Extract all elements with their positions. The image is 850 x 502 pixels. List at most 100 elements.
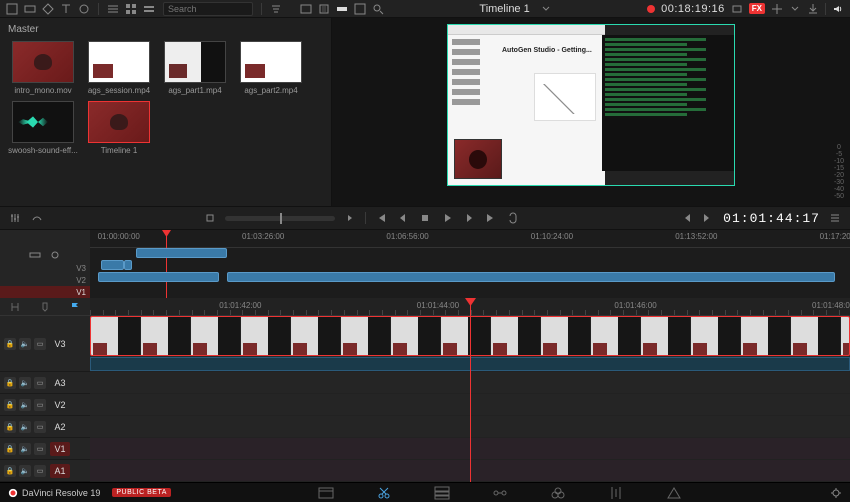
toggle-icon[interactable]: ▭ (34, 399, 46, 411)
jog-wheel[interactable] (225, 216, 335, 221)
clip-thumbnail[interactable] (88, 101, 150, 143)
chevron-down-icon[interactable] (540, 3, 552, 15)
effects-icon[interactable] (78, 3, 90, 15)
sync-lock-icon[interactable] (49, 249, 61, 261)
track-head[interactable]: 🔒🔈▭V3 (0, 316, 90, 372)
mini-clip[interactable] (98, 272, 220, 282)
media-clip[interactable]: swoosh-sound-eff... (8, 101, 78, 155)
go-first-icon[interactable] (374, 211, 388, 225)
mute-icon[interactable]: 🔈 (19, 465, 31, 477)
sort-icon[interactable] (270, 3, 282, 15)
cut-page-icon[interactable] (375, 486, 393, 500)
media-page-icon[interactable] (317, 486, 335, 500)
clip-thumbnail[interactable] (12, 41, 74, 83)
play-icon[interactable] (440, 211, 454, 225)
toggle-icon[interactable]: ▭ (34, 465, 46, 477)
media-clip[interactable]: ags_session.mp4 (84, 41, 154, 95)
media-pool-icon[interactable] (6, 3, 18, 15)
track-tag[interactable]: A2 (50, 422, 70, 432)
quick-export-icon[interactable] (807, 3, 819, 15)
mixer-icon[interactable] (8, 211, 22, 225)
media-clip[interactable]: ags_part2.mp4 (236, 41, 306, 95)
detail-timeline[interactable]: 🔒🔈▭V3🔒🔈▭A3🔒🔈▭V2🔒🔈▭A2🔒🔈▭V1🔒🔈▭A1 01:01:42:… (0, 298, 850, 482)
mini-clip[interactable] (101, 260, 124, 270)
framerate-icon[interactable] (318, 3, 330, 15)
mini-track-label[interactable]: V3 (0, 262, 90, 274)
titles-icon[interactable] (60, 3, 72, 15)
edit-page-icon[interactable] (433, 486, 451, 500)
main-timecode[interactable]: 01:01:44:17 (723, 211, 820, 226)
tools-icon[interactable] (771, 3, 783, 15)
prev-icon[interactable] (396, 211, 410, 225)
mini-track-label[interactable]: V2 (0, 274, 90, 286)
lock-icon[interactable]: 🔒 (4, 377, 16, 389)
thumb-view-icon[interactable] (125, 3, 137, 15)
mute-icon[interactable]: 🔈 (19, 399, 31, 411)
assemble-icon[interactable] (203, 211, 217, 225)
track-tag[interactable]: A1 (50, 464, 70, 478)
master-bin-label[interactable]: Master (8, 22, 323, 41)
track-head[interactable]: 🔒🔈▭ A3 (0, 372, 90, 394)
full-view-icon[interactable] (354, 3, 366, 15)
resolution-icon[interactable] (300, 3, 312, 15)
deliver-page-icon[interactable] (665, 486, 683, 500)
mini-clip[interactable] (136, 248, 227, 258)
snap-icon[interactable] (9, 301, 21, 313)
track-head[interactable]: 🔒🔈▭ V2 (0, 394, 90, 416)
color-page-icon[interactable] (549, 486, 567, 500)
mute-icon[interactable]: 🔈 (19, 421, 31, 433)
go-last-icon[interactable] (484, 211, 498, 225)
timecode-option-icon[interactable] (731, 3, 743, 15)
strip-view-icon[interactable] (143, 3, 155, 15)
mini-timeline[interactable]: V3V2V1 01:00:00:0001:03:26:0001:06:56:00… (0, 230, 850, 298)
transitions-icon[interactable] (42, 3, 54, 15)
lock-icon[interactable]: 🔒 (4, 399, 16, 411)
mini-playhead[interactable] (166, 230, 167, 298)
marker-icon[interactable] (39, 301, 51, 313)
jump-next-icon[interactable] (701, 211, 715, 225)
lock-icon[interactable]: 🔒 (4, 421, 16, 433)
track-tag[interactable]: V1 (50, 442, 70, 456)
toggle-icon[interactable]: ▭ (34, 377, 46, 389)
clip-thumbnail[interactable] (164, 41, 226, 83)
app-logo[interactable]: DaVinci Resolve 19 (8, 488, 100, 498)
sync-bin-icon[interactable] (24, 3, 36, 15)
track-head[interactable]: 🔒🔈▭V1 (0, 438, 90, 460)
clip-thumbnail[interactable] (12, 101, 74, 143)
fairlight-page-icon[interactable] (607, 486, 625, 500)
playhead[interactable] (470, 298, 471, 482)
mute-icon[interactable]: 🔈 (19, 338, 31, 350)
mute-icon[interactable]: 🔈 (19, 377, 31, 389)
track-head[interactable]: 🔒🔈▭ A2 (0, 416, 90, 438)
stop-icon[interactable] (418, 211, 432, 225)
mute-icon[interactable]: 🔈 (19, 443, 31, 455)
mini-track-label[interactable]: V1 (0, 286, 90, 298)
media-clip[interactable]: ags_part1.mp4 (160, 41, 230, 95)
fusion-page-icon[interactable] (491, 486, 509, 500)
media-clip[interactable]: intro_mono.mov (8, 41, 78, 95)
jump-prev-icon[interactable] (679, 211, 693, 225)
toggle-icon[interactable]: ▭ (34, 421, 46, 433)
loop-icon[interactable] (506, 211, 520, 225)
speaker-icon[interactable] (832, 3, 844, 15)
viewer[interactable]: AutoGen Studio - Getting... 0-5-10-15-20… (332, 18, 850, 206)
media-clip[interactable]: Timeline 1 (84, 101, 154, 155)
next-icon[interactable] (462, 211, 476, 225)
toggle-icon[interactable]: ▭ (34, 443, 46, 455)
project-settings-icon[interactable] (830, 487, 842, 499)
toggle-icon[interactable]: ▭ (34, 338, 46, 350)
mini-clip[interactable] (124, 260, 132, 270)
menu-icon[interactable] (828, 211, 842, 225)
track-tag[interactable]: V2 (50, 400, 70, 410)
timeline-name[interactable]: Timeline 1 (479, 3, 529, 15)
clip-thumbnail[interactable] (88, 41, 150, 83)
flag-icon[interactable] (69, 301, 81, 313)
list-view-icon[interactable] (107, 3, 119, 15)
mini-clip[interactable] (227, 272, 835, 282)
shuttle-icon[interactable] (343, 211, 357, 225)
search-input[interactable] (163, 2, 253, 16)
track-tag[interactable]: V3 (50, 339, 70, 349)
clip-thumbnail[interactable] (240, 41, 302, 83)
chevron-down-icon[interactable] (789, 3, 801, 15)
track-tag[interactable]: A3 (50, 378, 70, 388)
